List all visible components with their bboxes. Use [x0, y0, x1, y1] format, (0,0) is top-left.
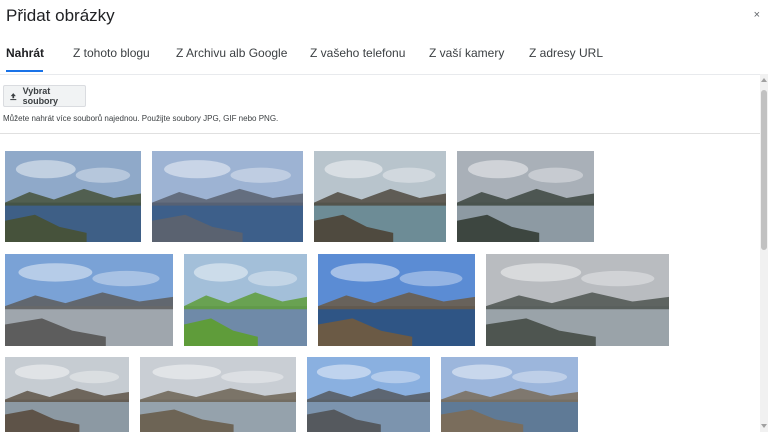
active-tab-indicator [6, 70, 43, 72]
photo-bridge-arch-1[interactable] [5, 357, 129, 432]
scroll-up-arrow-icon[interactable] [761, 78, 767, 82]
tab-google-albums[interactable]: Z Archivu alb Google [176, 46, 287, 74]
close-icon[interactable]: × [754, 9, 760, 21]
source-tabs: Nahrát Z tohoto blogu Z Archivu alb Goog… [0, 42, 768, 75]
tab-this-blog[interactable]: Z tohoto blogu [73, 46, 150, 74]
tab-phone[interactable]: Z vašeho telefonu [310, 46, 405, 74]
choose-files-label: Vybrat soubory [22, 86, 59, 106]
photo-bridge-overcast[interactable] [486, 254, 669, 346]
photo-sea-mountains[interactable] [152, 151, 303, 242]
choose-files-button[interactable]: Vybrat soubory [3, 85, 86, 107]
image-grid [0, 134, 760, 432]
photo-fjord-islands[interactable] [5, 151, 141, 242]
photo-rocky-shore-waves[interactable] [314, 151, 446, 242]
upload-icon [10, 92, 17, 100]
photo-flag-monument[interactable] [307, 357, 430, 432]
tab-camera[interactable]: Z vaší kamery [429, 46, 504, 74]
scroll-thumb[interactable] [761, 90, 767, 250]
upload-hint: Můžete nahrát více souborů najednou. Pou… [3, 114, 279, 123]
photo-bridge-meadow[interactable] [184, 254, 307, 346]
tab-url[interactable]: Z adresy URL [529, 46, 603, 74]
photo-road-to-bridge[interactable] [5, 254, 173, 346]
dialog-title: Přidat obrázky [6, 6, 115, 25]
scroll-down-arrow-icon[interactable] [761, 424, 767, 428]
photo-coastal-town[interactable] [441, 357, 578, 432]
photo-bridge-cliffs[interactable] [318, 254, 475, 346]
photo-bridge-arch-2[interactable] [140, 357, 296, 432]
photo-bridge-distant[interactable] [457, 151, 594, 242]
vertical-scrollbar[interactable] [760, 74, 768, 432]
